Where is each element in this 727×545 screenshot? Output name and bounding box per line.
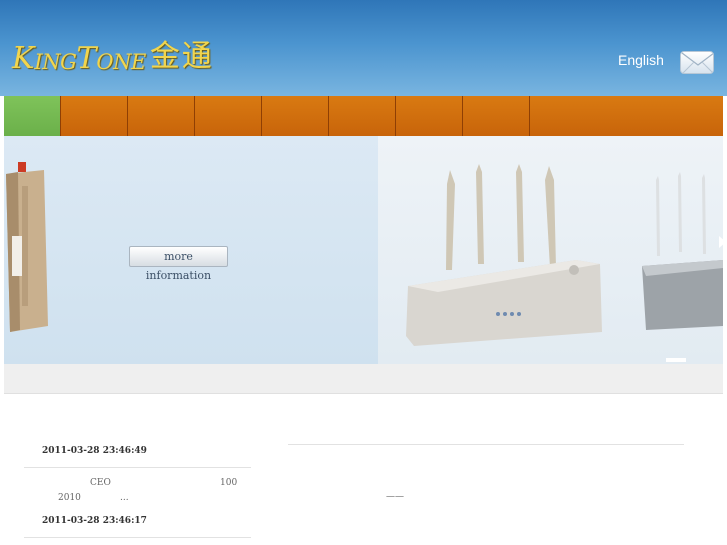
news-text-1c: 2010 [58, 493, 81, 503]
nav-tab-6[interactable] [329, 96, 396, 136]
chevron-right-icon[interactable] [719, 236, 726, 248]
news-date-1: 2011-03-28 23:46:49 [42, 446, 147, 456]
nav-tab-2[interactable] [61, 96, 128, 136]
nav-tab-4[interactable] [195, 96, 262, 136]
news-divider-1 [24, 467, 251, 468]
nav-tab-7[interactable] [396, 96, 463, 136]
nav-tab-8[interactable] [463, 96, 530, 136]
banner-right-panel [378, 136, 723, 364]
more-information-button[interactable]: more information [129, 246, 228, 282]
news-date-2: 2011-03-28 23:46:17 [42, 516, 147, 526]
logo-letter-k: K [12, 41, 35, 76]
nav-tab-1[interactable] [4, 96, 61, 136]
kingtone-logo[interactable]: K ING T ONE 金通 [12, 34, 214, 76]
logo-letters-ing: ING [34, 50, 77, 74]
jammer-product-image [406, 164, 723, 362]
right-column-divider [288, 444, 684, 445]
product-banner[interactable] [4, 136, 723, 364]
site-header: K ING T ONE 金通 English [0, 0, 727, 96]
main-nav [4, 96, 723, 136]
news-text-1d[interactable]: ... [120, 493, 129, 503]
nav-tab-3[interactable] [128, 96, 195, 136]
logo-letter-t: T [76, 41, 97, 76]
booster-product-image [6, 162, 48, 332]
nav-tab-9[interactable] [530, 96, 723, 136]
news-text-1a[interactable]: CEO [90, 478, 111, 488]
language-link-english[interactable]: English [618, 52, 664, 68]
news-divider-2 [24, 537, 251, 538]
news-text-1b: 100 [220, 478, 238, 488]
content-top-strip [4, 364, 723, 394]
logo-letters-one: ONE [96, 50, 146, 74]
right-column-dash: —— [386, 492, 404, 502]
nav-tab-5[interactable] [262, 96, 329, 136]
logo-chinese: 金通 [149, 39, 214, 74]
envelope-icon[interactable] [680, 51, 714, 74]
